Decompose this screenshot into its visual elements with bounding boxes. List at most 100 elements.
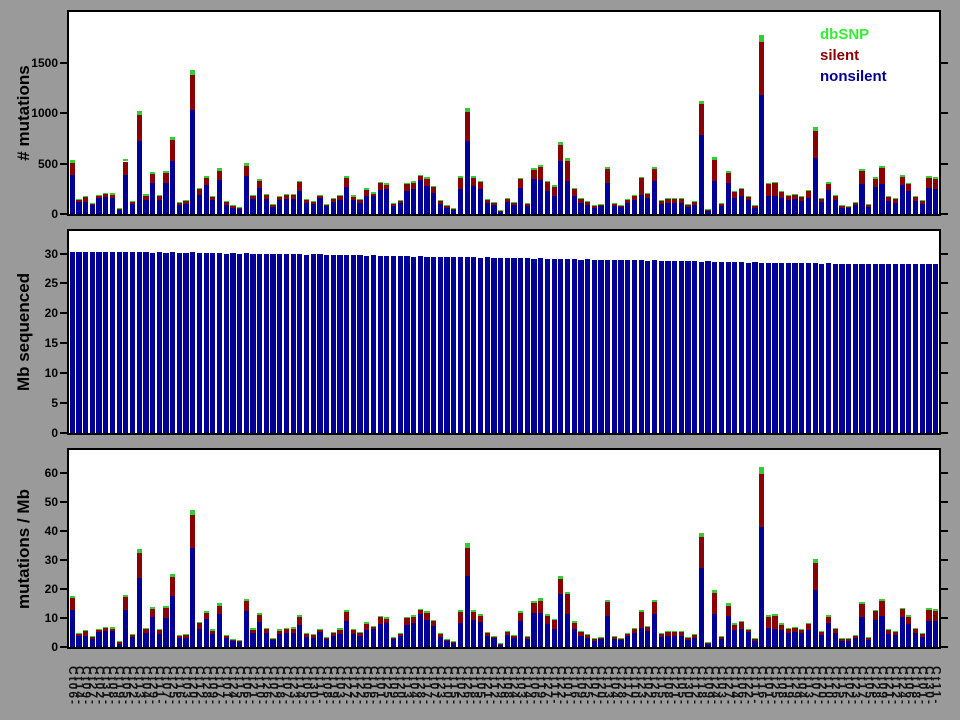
y-tick-left <box>60 501 67 503</box>
bar-nonsilent <box>331 202 336 214</box>
y-tick-right <box>941 282 948 284</box>
bar-mb <box>244 253 249 433</box>
bar-silent <box>652 169 657 181</box>
bar-dbsnp <box>518 178 523 180</box>
bar-silent <box>197 623 202 629</box>
bar-silent <box>900 177 905 185</box>
bar-dbsnp <box>846 638 851 639</box>
bar-nonsilent <box>672 203 677 214</box>
bar-silent <box>565 594 570 614</box>
bar-dbsnp <box>103 627 108 628</box>
bar-silent <box>659 201 664 204</box>
bar-dbsnp <box>244 163 249 166</box>
bar-dbsnp <box>578 631 583 632</box>
bar-mb <box>491 258 496 433</box>
bar-dbsnp <box>137 111 142 115</box>
bar-nonsilent <box>679 636 684 647</box>
bar-nonsilent <box>819 202 824 214</box>
bar-dbsnp <box>672 198 677 199</box>
bar-silent <box>552 620 557 628</box>
bar-nonsilent <box>411 189 416 214</box>
bar-dbsnp <box>451 641 456 642</box>
bar-mb <box>639 260 644 433</box>
y-tick-label: 40 <box>0 524 58 538</box>
bar-silent <box>679 632 684 636</box>
bar-dbsnp <box>96 195 101 196</box>
bar-mb <box>311 254 316 433</box>
bar-dbsnp <box>806 623 811 625</box>
bar-silent <box>204 613 209 620</box>
y-tick-left <box>60 559 67 561</box>
y-tick-label: 10 <box>0 611 58 625</box>
bar-silent <box>699 537 704 568</box>
bar-nonsilent <box>879 184 884 214</box>
bar-silent <box>183 201 188 204</box>
bar-silent <box>813 131 818 158</box>
bar-dbsnp <box>813 127 818 131</box>
bar-nonsilent <box>297 625 302 647</box>
bar-mb <box>752 262 757 433</box>
bar-silent <box>926 610 931 621</box>
y-tick-label: 10 <box>0 366 58 380</box>
bar-dbsnp <box>565 592 570 594</box>
bar-silent <box>270 205 275 207</box>
bar-silent <box>163 173 168 183</box>
bar-mb <box>659 261 664 433</box>
bar-mb <box>913 264 918 433</box>
bar-nonsilent <box>799 633 804 647</box>
bar-nonsilent <box>585 205 590 214</box>
bar-silent <box>712 593 717 614</box>
bar-dbsnp <box>311 634 316 635</box>
bar-nonsilent <box>317 198 322 214</box>
bar-silent <box>190 515 195 549</box>
bar-dbsnp <box>879 599 884 601</box>
bar-dbsnp <box>531 168 536 170</box>
bar-dbsnp <box>639 610 644 612</box>
bar-dbsnp <box>505 198 510 199</box>
bar-dbsnp <box>163 171 168 173</box>
bar-nonsilent <box>163 618 168 647</box>
bar-mb <box>357 255 362 433</box>
bar-silent <box>157 196 162 200</box>
chart-panel-mutations-per-mb <box>67 448 941 649</box>
bar-nonsilent <box>505 202 510 214</box>
bar-silent <box>311 635 316 637</box>
bar-nonsilent <box>264 633 269 647</box>
bar-nonsilent <box>779 198 784 214</box>
bar-silent <box>746 630 751 633</box>
bar-silent <box>183 635 188 638</box>
bar-mb <box>217 253 222 433</box>
bar-silent <box>625 200 630 203</box>
bar-silent <box>337 196 342 200</box>
bar-nonsilent <box>76 636 81 647</box>
bar-nonsilent <box>625 636 630 647</box>
bar-mb <box>424 257 429 433</box>
sample-label: Ct11-0745 <box>930 666 941 720</box>
bar-dbsnp <box>632 628 637 629</box>
bar-nonsilent <box>879 616 884 647</box>
bar-silent <box>705 210 710 211</box>
bar-dbsnp <box>705 642 710 643</box>
bar-nonsilent <box>197 629 202 647</box>
bar-nonsilent <box>531 613 536 647</box>
bar-nonsilent <box>284 199 289 214</box>
bar-silent <box>726 606 731 616</box>
y-tick-right <box>941 253 948 255</box>
bar-mb <box>237 254 242 433</box>
bar-dbsnp <box>357 199 362 200</box>
bar-nonsilent <box>324 206 329 214</box>
bar-mb <box>712 262 717 433</box>
bar-dbsnp <box>157 195 162 196</box>
y-tick-right <box>941 559 948 561</box>
bar-mb <box>525 258 530 433</box>
bar-silent <box>886 197 891 201</box>
bar-dbsnp <box>391 637 396 638</box>
bar-silent <box>618 638 623 640</box>
bar-silent <box>705 643 710 644</box>
y-tick-right <box>941 432 948 434</box>
bar-dbsnp <box>244 599 249 601</box>
bar-nonsilent <box>170 161 175 214</box>
bar-dbsnp <box>210 629 215 630</box>
bar-nonsilent <box>438 637 443 647</box>
y-tick-left <box>60 342 67 344</box>
